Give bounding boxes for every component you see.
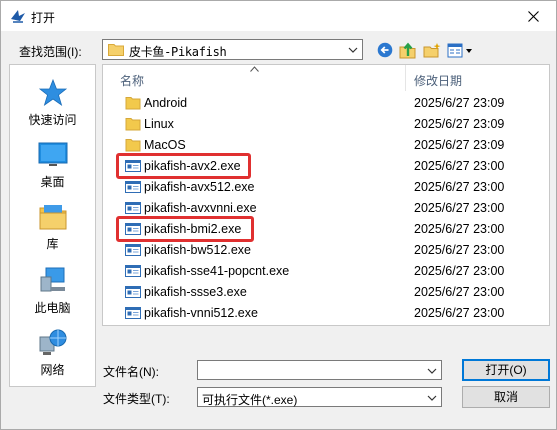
app-icon xyxy=(11,10,25,23)
folder-icon xyxy=(108,44,124,56)
folder-row[interactable]: MacOS 2025/6/27 23:09 xyxy=(103,134,549,155)
file-list: 名称 修改日期 Android 2025/6/27 23:09 Linux 2025/… xyxy=(102,64,550,326)
up-folder-icon xyxy=(399,42,416,58)
file-row[interactable]: pikafish-vnni512.exe 2025/6/27 23:00 xyxy=(103,302,549,323)
exe-file-icon xyxy=(125,286,141,298)
title-bar: 打开 xyxy=(1,1,556,31)
file-date: 2025/6/27 23:09 xyxy=(414,138,505,152)
file-name: Android xyxy=(144,96,188,110)
this-pc-icon xyxy=(40,267,65,292)
file-date: 2025/6/27 23:09 xyxy=(414,117,505,131)
file-name-label: 文件名(N): xyxy=(103,365,159,379)
file-name: pikafish-sse41-popcnt.exe xyxy=(144,264,290,278)
exe-file-icon xyxy=(125,202,141,214)
file-row[interactable]: pikafish-bw512.exe 2025/6/27 23:00 xyxy=(103,239,549,260)
place-this-pc[interactable]: 此电脑 xyxy=(10,259,95,317)
file-date: 2025/6/27 23:00 xyxy=(414,243,505,257)
back-button[interactable] xyxy=(375,41,395,59)
close-button[interactable] xyxy=(510,1,556,31)
column-header-date[interactable]: 修改日期 xyxy=(405,65,551,91)
file-name: pikafish-avxvnni.exe xyxy=(144,201,257,215)
chevron-down-icon xyxy=(427,395,437,401)
view-menu-icon xyxy=(447,43,472,57)
desktop-icon xyxy=(38,142,68,166)
up-folder-button[interactable] xyxy=(398,41,418,59)
sort-ascending-icon xyxy=(250,66,259,72)
file-name: pikafish-vnni512.exe xyxy=(144,306,258,320)
file-date: 2025/6/27 23:00 xyxy=(414,180,505,194)
file-date: 2025/6/27 23:00 xyxy=(414,285,505,299)
place-label: 库 xyxy=(46,237,59,251)
place-label: 此电脑 xyxy=(34,301,71,315)
column-name-label: 名称 xyxy=(120,74,145,88)
cancel-button[interactable]: 取消 xyxy=(462,386,550,408)
file-row[interactable]: pikafish-sse41-popcnt.exe 2025/6/27 23:00 xyxy=(103,260,549,281)
file-name-input[interactable] xyxy=(197,360,442,380)
file-date: 2025/6/27 23:00 xyxy=(414,201,505,215)
file-name: pikafish-bw512.exe xyxy=(144,243,252,257)
look-in-value: 皮卡鱼-Pikafish xyxy=(129,45,227,59)
file-date: 2025/6/27 23:09 xyxy=(414,96,505,110)
quick-access-icon xyxy=(38,78,68,106)
file-date: 2025/6/27 23:00 xyxy=(414,222,505,236)
place-label: 快速访问 xyxy=(28,113,77,127)
folder-icon xyxy=(125,139,141,152)
network-icon xyxy=(39,329,67,355)
file-name: pikafish-avx512.exe xyxy=(144,180,255,194)
file-row[interactable]: pikafish-avxvnni.exe 2025/6/27 23:00 xyxy=(103,197,549,218)
folder-row[interactable]: Linux 2025/6/27 23:09 xyxy=(103,113,549,134)
library-icon xyxy=(39,205,67,230)
place-library[interactable]: 库 xyxy=(10,195,95,253)
place-network[interactable]: 网络 xyxy=(10,321,95,379)
view-menu-button[interactable] xyxy=(446,41,474,59)
file-date: 2025/6/27 23:00 xyxy=(414,264,505,278)
exe-file-icon xyxy=(125,307,141,319)
place-label: 网络 xyxy=(40,363,65,377)
new-folder-button[interactable] xyxy=(422,41,442,59)
places-bar: 快速访问 桌面 库 此电脑 网络 xyxy=(9,64,96,387)
place-quick-access[interactable]: 快速访问 xyxy=(10,71,95,129)
back-icon xyxy=(377,42,393,58)
highlight-box xyxy=(116,216,254,242)
exe-file-icon xyxy=(125,244,141,256)
folder-icon xyxy=(125,97,141,110)
exe-file-icon xyxy=(125,265,141,277)
column-header-name[interactable]: 名称 xyxy=(103,65,405,91)
highlight-box xyxy=(116,153,251,179)
chevron-down-icon[interactable] xyxy=(427,367,437,375)
look-in-label: 查找范围(I): xyxy=(19,45,82,59)
open-button[interactable]: 打开(O) xyxy=(462,359,550,381)
chevron-down-icon xyxy=(348,47,358,53)
file-name: pikafish-ssse3.exe xyxy=(144,285,247,299)
folder-row[interactable]: Android 2025/6/27 23:09 xyxy=(103,92,549,113)
file-row[interactable]: pikafish-avx512.exe 2025/6/27 23:00 xyxy=(103,176,549,197)
open-file-dialog: 打开 查找范围(I): 皮卡鱼-Pikafish 快速访问 桌面 库 此电脑 网… xyxy=(0,0,557,430)
file-date: 2025/6/27 23:00 xyxy=(414,159,505,173)
exe-file-icon xyxy=(125,181,141,193)
file-name: MacOS xyxy=(144,138,186,152)
file-name: Linux xyxy=(144,117,174,131)
folder-icon xyxy=(125,118,141,131)
window-title: 打开 xyxy=(31,11,56,25)
file-date: 2025/6/27 23:00 xyxy=(414,306,505,320)
place-label: 桌面 xyxy=(40,175,65,189)
file-type-label: 文件类型(T): xyxy=(103,392,170,406)
file-type-value: 可执行文件(*.exe) xyxy=(202,393,298,407)
look-in-dropdown[interactable]: 皮卡鱼-Pikafish xyxy=(102,39,363,60)
file-type-dropdown[interactable]: 可执行文件(*.exe) xyxy=(197,387,442,407)
close-icon xyxy=(527,10,539,22)
column-date-label: 修改日期 xyxy=(414,74,463,88)
place-desktop[interactable]: 桌面 xyxy=(10,133,95,191)
new-folder-icon xyxy=(423,42,441,57)
file-row[interactable]: pikafish-ssse3.exe 2025/6/27 23:00 xyxy=(103,281,549,302)
